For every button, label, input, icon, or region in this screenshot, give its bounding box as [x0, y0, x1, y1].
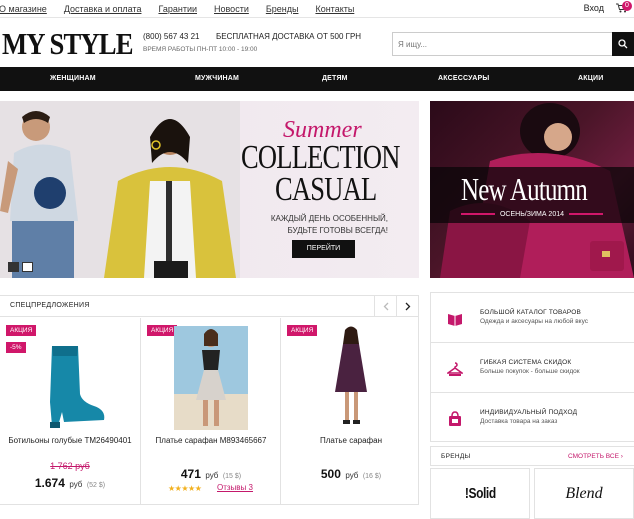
offers-next-button[interactable] — [396, 296, 418, 317]
features-list: БОЛЬШОЙ КАТАЛОГ ТОВАРОВ Одежда и аксесуа… — [430, 292, 634, 442]
hero-subtitle: КАЖДЫЙ ДЕНЬ ОСОБЕННЫЙ, БУДЬТЕ ГОТОВЫ ВСЕ… — [270, 214, 388, 235]
account-area: Вход 0 — [584, 1, 632, 13]
offers-prev-button[interactable] — [374, 296, 396, 317]
link-brands[interactable]: Бренды — [266, 4, 299, 14]
price-currency: руб — [69, 480, 83, 489]
old-price: 1 762 руб — [50, 461, 90, 471]
price-currency: руб — [345, 471, 359, 480]
search-input[interactable] — [393, 33, 613, 55]
feature-title: ГИБКАЯ СИСТЕМА СКИДОК — [480, 359, 572, 366]
feature-desc: Доставка товара на заказ — [480, 418, 558, 425]
product-card-1[interactable]: АКЦИЯ -5% Ботильоны голубые TM26490401 1… — [0, 318, 140, 505]
link-delivery[interactable]: Доставка и оплата — [64, 4, 142, 14]
link-news[interactable]: Новости — [214, 4, 249, 14]
feature-desc: Больше покупок - больше скидок — [480, 368, 580, 375]
price: 1.674 руб (52 $) — [0, 474, 140, 492]
top-links: О магазине Доставка и оплата Гарантии Но… — [0, 4, 371, 14]
product-name[interactable]: Платье сарафан — [281, 436, 421, 445]
link-contacts[interactable]: Контакты — [315, 4, 354, 14]
slider-dots — [8, 262, 36, 272]
search-button[interactable] — [612, 32, 634, 56]
brands-header: БРЕНДЫ СМОТРЕТЬ ВСЕ › — [430, 446, 634, 466]
working-hours: ВРЕМЯ РАБОТЫ ПН-ПТ 10:00 - 19:00 — [143, 46, 258, 53]
cart-count-badge: 0 — [622, 1, 632, 11]
top-bar: О магазине Доставка и оплата Гарантии Но… — [0, 0, 634, 18]
brand-logo: !Solid — [464, 485, 496, 502]
price: 471 руб (15 $) — [141, 465, 281, 483]
nav-kids[interactable]: ДЕТЯМ — [322, 75, 348, 82]
chevron-right-icon — [405, 302, 410, 311]
sale-badge: АКЦИЯ — [6, 325, 37, 336]
price-value: 500 — [320, 467, 341, 481]
brands-title: БРЕНДЫ — [441, 453, 471, 460]
product-card-3[interactable]: АКЦИЯ Платье сарафан 500 руб (16 $) — [280, 318, 420, 505]
phone-number: (800) 567 43 21 — [143, 32, 200, 41]
offers-title: СПЕЦПРЕДЛОЖЕНИЯ — [10, 302, 90, 309]
price-usd: (52 $) — [86, 482, 106, 489]
special-offers: СПЕЦПРЕДЛОЖЕНИЯ АКЦИЯ -5% Ботильоны голу… — [0, 295, 419, 505]
discount-badge: -5% — [6, 342, 26, 353]
reviews-link[interactable]: Отзывы 3 — [217, 483, 253, 492]
product-image-boots[interactable] — [30, 342, 110, 430]
price: 500 руб (16 $) — [281, 465, 421, 483]
product-name[interactable]: Ботильоны голубые TM26490401 — [0, 436, 140, 445]
hanger-icon — [447, 362, 463, 376]
price-usd: (16 $) — [362, 473, 382, 480]
product-name[interactable]: Платье сарафан M893465667 — [141, 436, 281, 445]
login-link[interactable]: Вход — [584, 3, 604, 13]
feature-desc: Одежда и аксесуары на любой вкус — [480, 318, 589, 325]
site-logo[interactable]: MY STYLE — [2, 26, 133, 62]
main-nav: ЖЕНЩИНАМ МУЖЧИНАМ ДЕТЯМ АКСЕССУАРЫ АКЦИИ — [0, 67, 634, 91]
rating-stars: ★★★★★ — [168, 484, 202, 493]
feature-catalog: БОЛЬШОЙ КАТАЛОГ ТОВАРОВ Одежда и аксесуа… — [431, 293, 634, 343]
link-about[interactable]: О магазине — [0, 4, 47, 14]
product-image-dress[interactable] — [329, 326, 373, 430]
feature-discounts: ГИБКАЯ СИСТЕМА СКИДОК Больше покупок - б… — [431, 343, 634, 393]
feature-title: ИНДИВИДУАЛЬНЫЙ ПОДХОД — [480, 409, 578, 416]
free-delivery-text: БЕСПЛАТНАЯ ДОСТАВКА ОТ 500 ГРН — [216, 32, 362, 41]
slider-dot-1[interactable] — [8, 262, 19, 272]
cart-icon[interactable]: 0 — [616, 1, 632, 13]
sale-badge: АКЦИЯ — [287, 325, 318, 336]
price-value: 471 — [180, 467, 201, 481]
feature-individual: ИНДИВИДУАЛЬНЫЙ ПОДХОД Доставка товара на… — [431, 393, 634, 443]
price-usd: (15 $) — [222, 473, 242, 480]
nav-men[interactable]: МУЖЧИНАМ — [195, 75, 239, 82]
autumn-banner[interactable]: New Autumn ОСЕНЬ/ЗИМА 2014 — [430, 101, 634, 278]
autumn-subtitle: ОСЕНЬ/ЗИМА 2014 — [430, 211, 634, 218]
search-icon — [618, 39, 628, 49]
nav-sales[interactable]: АКЦИИ — [578, 75, 604, 82]
price-value: 1.674 — [34, 476, 65, 490]
chevron-left-icon — [383, 302, 388, 311]
nav-accessories[interactable]: АКСЕССУАРЫ — [438, 75, 489, 82]
price-currency: руб — [205, 471, 219, 480]
brand-logo: Blend — [565, 484, 603, 502]
brands-view-all-link[interactable]: СМОТРЕТЬ ВСЕ › — [568, 453, 623, 460]
search-box — [392, 32, 634, 56]
product-image-dress[interactable] — [174, 326, 248, 430]
link-guarantees[interactable]: Гарантии — [158, 4, 197, 14]
sale-badge: АКЦИЯ — [147, 325, 178, 336]
brand-blend[interactable]: Blend — [534, 468, 634, 519]
hero-models-image — [0, 101, 240, 278]
book-icon — [448, 314, 462, 326]
nav-women[interactable]: ЖЕНЩИНАМ — [50, 75, 96, 82]
autumn-title: New Autumn — [461, 171, 588, 207]
shopping-bag-icon — [449, 411, 461, 426]
hero-title-line2: CASUAL — [275, 171, 377, 208]
hero-go-button[interactable]: ПЕРЕЙТИ — [292, 240, 355, 258]
feature-title: БОЛЬШОЙ КАТАЛОГ ТОВАРОВ — [480, 309, 582, 316]
hero-banner[interactable]: Summer COLLECTION CASUAL КАЖДЫЙ ДЕНЬ ОСО… — [0, 101, 419, 278]
slider-dot-2[interactable] — [22, 262, 33, 272]
product-card-2[interactable]: АКЦИЯ Платье сарафан M893465667 471 руб … — [140, 318, 280, 505]
brand-solid[interactable]: !Solid — [430, 468, 530, 519]
offers-header: СПЕЦПРЕДЛОЖЕНИЯ — [0, 296, 419, 317]
brands-block: БРЕНДЫ СМОТРЕТЬ ВСЕ › !Solid Blend — [430, 446, 634, 519]
